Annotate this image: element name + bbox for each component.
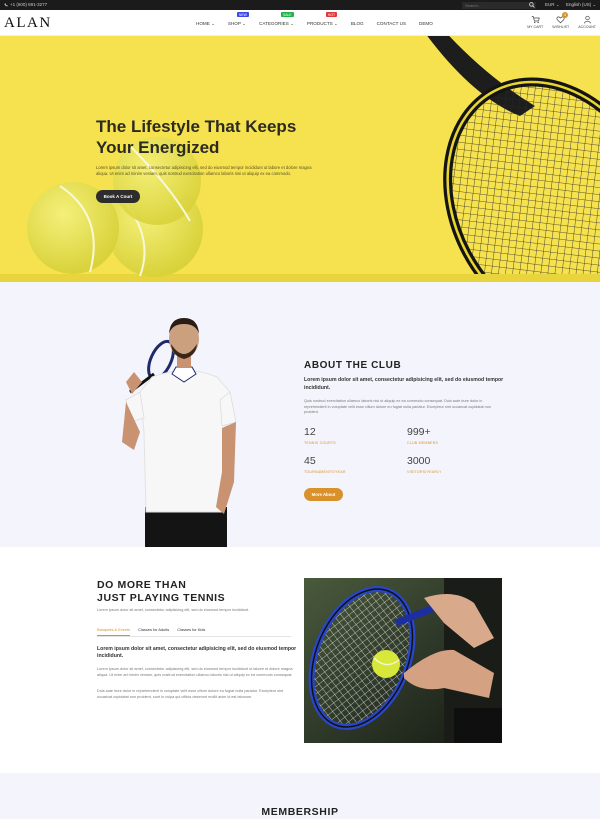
cart-icon xyxy=(531,16,540,24)
nav-home-label: HOME xyxy=(196,21,210,26)
stat-visitors: 3000 VISITORS/YEARLY xyxy=(407,455,442,474)
about-lead: Lorem ipsum dolor sit amet, consectetur … xyxy=(304,377,504,391)
player-image xyxy=(122,318,237,547)
stat-label: TENNIS COURTS xyxy=(304,441,336,445)
main-nav: HOME ⌄ NEW SHOP ⌄ SALE CATEGORIES ⌄ HOT PRO… xyxy=(196,12,446,27)
membership-section: MEMBERSHIP xyxy=(0,773,600,819)
tab-banquets[interactable]: Banquets & Events xyxy=(97,627,131,636)
stat-number: 45 xyxy=(304,455,316,467)
nav-shop-label: SHOP xyxy=(227,21,241,26)
tab-kids[interactable]: Classes for Kids xyxy=(177,627,205,636)
stat-number: 999+ xyxy=(407,426,431,438)
hero-text: Lorem ipsum dolor sit amet, consectetur … xyxy=(96,165,312,176)
activities-title-line1: DO MORE THAN xyxy=(97,579,187,591)
nav-blog[interactable]: BLOG xyxy=(351,21,364,27)
tab-lead: Lorem ipsum dolor sit amet, consectetur … xyxy=(97,646,297,659)
tennis-player-photo xyxy=(304,578,502,743)
language-select[interactable]: English (US) ⌄ xyxy=(566,2,596,8)
nav-shop[interactable]: NEW SHOP ⌄ xyxy=(227,12,249,27)
language-label: English (US) xyxy=(566,2,592,7)
about-body: Quis nostrud exercitation ullamco labori… xyxy=(304,399,492,415)
membership-title: MEMBERSHIP xyxy=(261,806,339,818)
more-about-button[interactable]: More About xyxy=(304,488,343,501)
hero-tennis-image xyxy=(0,36,600,282)
stat-courts: 12 TENNIS COURTS xyxy=(304,426,336,445)
about-title: ABOUT THE CLUB xyxy=(304,360,402,371)
wishlist-button[interactable]: 0 WISHLIST xyxy=(552,12,570,29)
phone-icon xyxy=(4,2,8,6)
hero-title: The Lifestyle That Keeps Your Energized xyxy=(96,116,356,158)
cart-button[interactable]: MY CART xyxy=(527,15,543,29)
hero-banner: The Lifestyle That Keeps Your Energized … xyxy=(0,36,600,282)
racket-ball-image xyxy=(304,578,502,743)
activities-section: DO MORE THAN JUST PLAYING TENNIS Lorem i… xyxy=(0,547,600,773)
account-button[interactable]: ACCOUNT xyxy=(578,15,596,29)
stat-number: 12 xyxy=(304,426,316,438)
phone-number: +1 (600) 691-3277 xyxy=(10,2,48,7)
nav-categories-label: CATEGORIES xyxy=(259,21,289,26)
stat-label: TOURNAMENTS/YEAR xyxy=(304,470,346,474)
wishlist-count: 0 xyxy=(562,12,569,18)
activities-tabs: Banquets & Events Classes for Adults Cla… xyxy=(97,627,291,637)
tab-paragraph-1: Lorem ipsum dolor sit amet, consectetur … xyxy=(97,667,293,677)
stat-number: 3000 xyxy=(407,455,431,467)
chevron-down-icon: ⌄ xyxy=(242,21,246,26)
chevron-down-icon: ⌄ xyxy=(333,21,338,26)
nav-products[interactable]: HOT PRODUCTS ⌄ xyxy=(306,12,338,27)
nav-products-label: PRODUCTS xyxy=(306,21,333,26)
stat-members: 999+ CLUB MEMBERS xyxy=(407,426,438,445)
hero-title-line1: The Lifestyle That Keeps xyxy=(96,117,297,136)
about-section: ABOUT THE CLUB Lorem ipsum dolor sit ame… xyxy=(0,282,600,547)
account-label: ACCOUNT xyxy=(578,25,596,29)
search-placeholder: Search... xyxy=(465,2,482,8)
activities-subtitle: Lorem ipsum dolor sit amet, consectetur … xyxy=(97,608,250,612)
top-bar: +1 (600) 691-3277 Search... EUR ⌄ Englis… xyxy=(0,0,600,10)
nav-demo[interactable]: DEMO xyxy=(419,21,433,27)
hot-badge: HOT xyxy=(325,12,338,17)
book-court-button[interactable]: Book A Court xyxy=(96,190,140,203)
hero-title-line2: Your Energized xyxy=(96,138,220,157)
chevron-down-icon: ⌄ xyxy=(211,21,215,26)
chevron-down-icon: ⌄ xyxy=(290,21,294,26)
user-icon xyxy=(583,15,591,24)
stat-label: CLUB MEMBERS xyxy=(407,441,439,445)
currency-label: EUR xyxy=(545,2,555,7)
activities-title: DO MORE THAN JUST PLAYING TENNIS xyxy=(97,579,225,604)
site-header: ALAN HOME ⌄ NEW SHOP ⌄ SALE CATEGORIES ⌄ H… xyxy=(0,10,600,36)
header-icons: MY CART 0 WISHLIST ACCOUNT xyxy=(527,12,596,29)
phone-contact[interactable]: +1 (600) 691-3277 xyxy=(4,2,47,7)
cart-label: MY CART xyxy=(527,25,544,29)
tab-paragraph-2: Duis aute irure dolor in reprehenderit i… xyxy=(97,689,284,699)
stat-tournaments: 45 TOURNAMENTS/YEAR xyxy=(304,455,346,474)
stat-label: VISITORS/YEARLY xyxy=(407,470,442,474)
sale-badge: SALE xyxy=(281,12,294,17)
nav-contact[interactable]: CONTACT US xyxy=(377,21,406,27)
nav-home[interactable]: HOME ⌄ xyxy=(196,21,215,27)
search-icon[interactable] xyxy=(529,2,535,8)
wishlist-label: WISHLIST xyxy=(552,25,570,29)
new-badge: NEW xyxy=(236,12,249,17)
tab-adults[interactable]: Classes for Adults xyxy=(138,627,169,636)
site-logo[interactable]: ALAN xyxy=(4,15,52,32)
search-input[interactable]: Search... xyxy=(462,1,536,9)
activities-title-line2: JUST PLAYING TENNIS xyxy=(97,591,226,604)
nav-categories[interactable]: SALE CATEGORIES ⌄ xyxy=(259,12,294,27)
currency-select[interactable]: EUR ⌄ xyxy=(545,2,560,8)
